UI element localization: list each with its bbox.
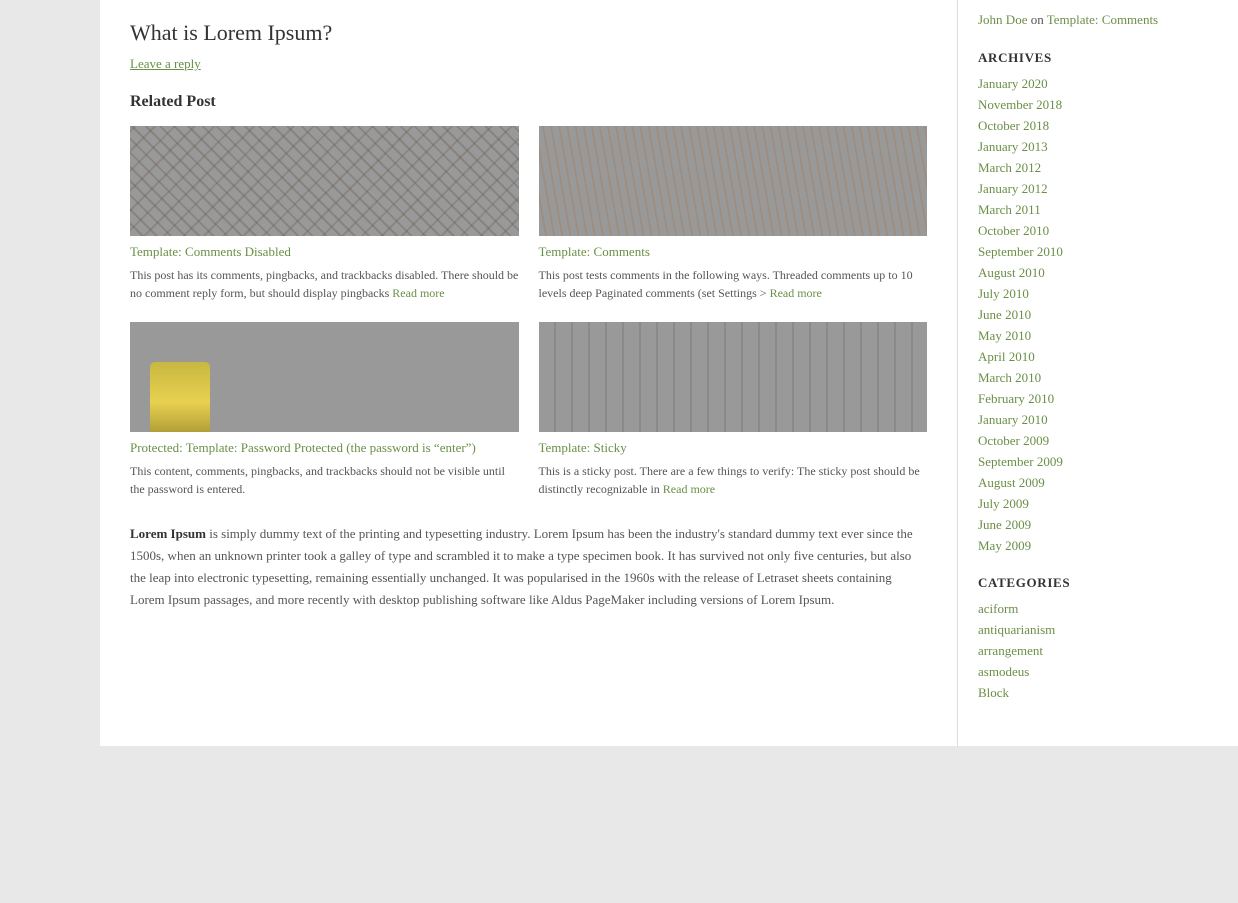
list-item: Block (978, 685, 1218, 702)
list-item: March 2010 (978, 370, 1218, 387)
list-item: May 2010 (978, 328, 1218, 345)
main-content: What is Lorem Ipsum? Leave a reply Relat… (100, 0, 958, 746)
related-post-item: Template: Sticky This is a sticky post. T… (539, 322, 928, 498)
post-thumbnail (539, 126, 928, 236)
list-item: July 2009 (978, 496, 1218, 513)
archive-link[interactable]: July 2009 (978, 496, 1029, 511)
list-item: March 2011 (978, 202, 1218, 219)
post-title-link[interactable]: Template: Comments Disabled (130, 244, 291, 259)
post-thumbnail (130, 126, 519, 236)
post-excerpt: This post has its comments, pingbacks, a… (130, 266, 519, 302)
category-link[interactable]: asmodeus (978, 664, 1029, 679)
read-more-link[interactable]: Read more (392, 286, 444, 300)
list-item: October 2009 (978, 433, 1218, 450)
archive-link[interactable]: January 2010 (978, 412, 1048, 427)
list-item: November 2018 (978, 97, 1218, 114)
list-item: August 2010 (978, 265, 1218, 282)
archives-title: ARCHIVES (978, 50, 1218, 66)
archives-list: January 2020 November 2018 October 2018 Jan… (978, 76, 1218, 555)
list-item: May 2009 (978, 538, 1218, 555)
archive-link[interactable]: January 2020 (978, 76, 1048, 91)
sidebar-comment: John Doe on Template: Comments (978, 10, 1218, 30)
list-item: June 2009 (978, 517, 1218, 534)
archive-link[interactable]: March 2010 (978, 370, 1041, 385)
right-sidebar: John Doe on Template: Comments ARCHIVES … (958, 0, 1238, 746)
archive-link[interactable]: July 2010 (978, 286, 1029, 301)
categories-list: aciform antiquarianism arrangement asmodeus… (978, 601, 1218, 702)
leave-reply-link[interactable]: Leave a reply (130, 56, 201, 71)
archive-link[interactable]: October 2010 (978, 223, 1049, 238)
leave-reply: Leave a reply (130, 56, 927, 73)
archive-link[interactable]: August 2010 (978, 265, 1045, 280)
list-item: July 2010 (978, 286, 1218, 303)
list-item: January 2013 (978, 139, 1218, 156)
list-item: asmodeus (978, 664, 1218, 681)
list-item: arrangement (978, 643, 1218, 660)
archive-link[interactable]: October 2009 (978, 433, 1049, 448)
list-item: January 2020 (978, 76, 1218, 93)
archive-link[interactable]: September 2009 (978, 454, 1063, 469)
list-item: September 2010 (978, 244, 1218, 261)
archive-link[interactable]: June 2010 (978, 307, 1031, 322)
comment-author-link[interactable]: John Doe (978, 12, 1027, 27)
related-posts-grid: Template: Comments Disabled This post has… (130, 126, 927, 498)
archive-link[interactable]: May 2009 (978, 538, 1031, 553)
list-item: October 2010 (978, 223, 1218, 240)
post-title-link[interactable]: Protected: Template: Password Protected … (130, 440, 476, 455)
archive-link[interactable]: March 2012 (978, 160, 1041, 175)
read-more-link[interactable]: Read more (663, 482, 715, 496)
list-item: October 2018 (978, 118, 1218, 135)
lorem-section: Lorem Ipsum is simply dummy text of the … (130, 523, 927, 611)
list-item: antiquarianism (978, 622, 1218, 639)
category-link[interactable]: antiquarianism (978, 622, 1055, 637)
comment-on-text: on (1031, 12, 1047, 27)
read-more-link[interactable]: Read more (770, 286, 822, 300)
related-post-heading: Related Post (130, 93, 927, 111)
post-excerpt: This post tests comments in the followin… (539, 266, 928, 302)
archive-link[interactable]: August 2009 (978, 475, 1045, 490)
archive-link[interactable]: April 2010 (978, 349, 1035, 364)
list-item: June 2010 (978, 307, 1218, 324)
list-item: February 2010 (978, 391, 1218, 408)
list-item: March 2012 (978, 160, 1218, 177)
archive-link[interactable]: January 2013 (978, 139, 1048, 154)
category-link[interactable]: Block (978, 685, 1009, 700)
page-title: What is Lorem Ipsum? (130, 20, 927, 46)
post-title-link[interactable]: Template: Comments (539, 244, 650, 259)
category-link[interactable]: aciform (978, 601, 1018, 616)
related-post-item: Template: Comments This post tests commen… (539, 126, 928, 302)
list-item: January 2012 (978, 181, 1218, 198)
archive-link[interactable]: January 2012 (978, 181, 1048, 196)
list-item: January 2010 (978, 412, 1218, 429)
post-excerpt: This is a sticky post. There are a few t… (539, 462, 928, 498)
list-item: September 2009 (978, 454, 1218, 471)
archive-link[interactable]: November 2018 (978, 97, 1062, 112)
list-item: August 2009 (978, 475, 1218, 492)
archive-link[interactable]: September 2010 (978, 244, 1063, 259)
post-thumbnail (539, 322, 928, 432)
left-sidebar (0, 0, 100, 746)
archive-link[interactable]: May 2010 (978, 328, 1031, 343)
post-excerpt: This content, comments, pingbacks, and t… (130, 462, 519, 498)
comment-post-link[interactable]: Template: Comments (1047, 12, 1158, 27)
list-item: April 2010 (978, 349, 1218, 366)
related-post-item: Template: Comments Disabled This post has… (130, 126, 519, 302)
archive-link[interactable]: June 2009 (978, 517, 1031, 532)
related-post-item: Protected: Template: Password Protected … (130, 322, 519, 498)
archive-link[interactable]: March 2011 (978, 202, 1041, 217)
post-title-link[interactable]: Template: Sticky (539, 440, 627, 455)
list-item: aciform (978, 601, 1218, 618)
category-link[interactable]: arrangement (978, 643, 1043, 658)
archive-link[interactable]: October 2018 (978, 118, 1049, 133)
categories-title: CATEGORIES (978, 575, 1218, 591)
archive-link[interactable]: February 2010 (978, 391, 1054, 406)
post-thumbnail (130, 322, 519, 432)
